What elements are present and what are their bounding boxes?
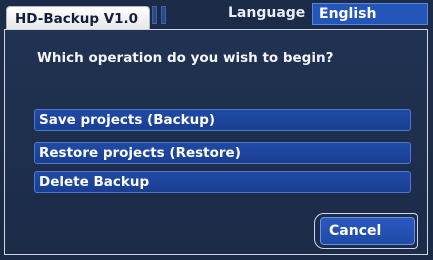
top-bar: HD-Backup V1.0 Language English [0,0,433,30]
save-projects-button[interactable]: Save projects (Backup) [34,109,411,131]
dialog-question: Which operation do you wish to begin? [37,50,334,66]
delete-backup-button[interactable]: Delete Backup [34,171,411,193]
hd-backup-screen: HD-Backup V1.0 Language English Which op… [0,0,433,260]
language-selector[interactable]: English [312,3,428,25]
tab-divider [161,6,166,24]
operation-dialog: Which operation do you wish to begin? Sa… [4,29,428,255]
tab-dividers [152,6,196,24]
cancel-button-frame: Cancel [314,213,418,249]
restore-projects-label: Restore projects (Restore) [39,145,241,161]
language-label: Language [228,5,306,21]
cancel-button[interactable]: Cancel [320,217,415,245]
app-title-tab: HD-Backup V1.0 [6,6,150,30]
restore-projects-button[interactable]: Restore projects (Restore) [34,142,411,164]
cancel-label: Cancel [329,223,382,239]
app-title: HD-Backup V1.0 [15,11,139,27]
save-projects-label: Save projects (Backup) [39,112,216,128]
tab-divider [152,6,157,24]
delete-backup-label: Delete Backup [39,174,150,190]
